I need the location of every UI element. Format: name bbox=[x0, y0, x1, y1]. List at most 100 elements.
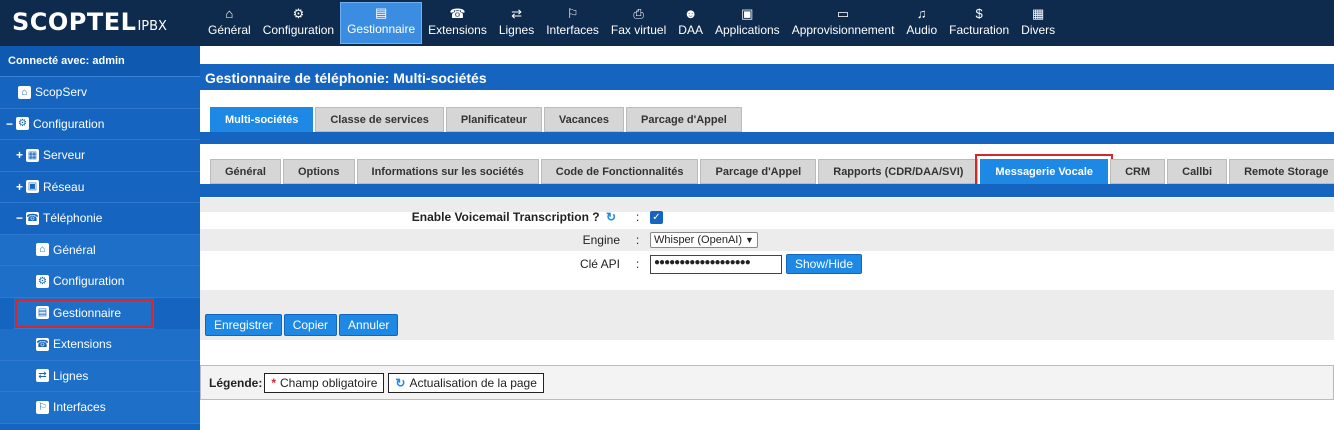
sidebar-items: ⌂ ScopServ − ⚙ Configuration + ▦ Serveur + ▣ Résea… bbox=[0, 77, 200, 424]
tab-messagerie-vocale[interactable]: Messagerie Vocale bbox=[975, 154, 1114, 189]
sidebar-item-label: Réseau bbox=[43, 179, 85, 194]
legend-required: * Champ obligatoire bbox=[264, 372, 385, 393]
home-icon: ⌂ bbox=[18, 85, 31, 99]
topnav-fax-virtuel[interactable]: ⎙ Fax virtuel bbox=[605, 2, 672, 44]
gear-icon: ⚙ bbox=[36, 274, 49, 288]
expand-toggle[interactable]: + bbox=[16, 148, 26, 162]
copy-button[interactable]: Copier bbox=[283, 314, 338, 336]
api-key-label: Clé API bbox=[579, 257, 620, 271]
network-icon: ▣ bbox=[26, 180, 39, 194]
lines-icon: ⇄ bbox=[511, 6, 522, 21]
expand-toggle[interactable]: − bbox=[16, 211, 26, 225]
list-icon: ▤ bbox=[36, 306, 49, 320]
secondary-tabs: Général Options Informations sur les socié… bbox=[210, 154, 1334, 189]
sidebar-item-extensions[interactable]: ☎ Extensions bbox=[0, 329, 200, 361]
transcription-label: Enable Voicemail Transcription ? ↻ bbox=[411, 210, 616, 224]
sidebar: Connecté avec: admin ⌂ ScopServ − ⚙ Configur… bbox=[0, 46, 200, 430]
tab-callbi[interactable]: Callbi bbox=[1167, 159, 1228, 184]
sidebar-item-label: ScopServ bbox=[35, 85, 88, 100]
topnav-gestionnaire[interactable]: ▤ Gestionnaire bbox=[340, 2, 423, 44]
tab-multi-soci-t-s[interactable]: Multi-sociétés bbox=[210, 107, 314, 132]
transcription-checkbox[interactable]: ✓ bbox=[650, 210, 663, 224]
user-icon: ☻ bbox=[683, 6, 698, 21]
top-bar: SCOPTELIPBX ⌂ Général ⚙ Configuration ▤ Gesti… bbox=[0, 0, 1334, 46]
tab-crm[interactable]: CRM bbox=[1110, 159, 1166, 184]
engine-select[interactable]: Whisper (OpenAI) ▼ bbox=[650, 232, 758, 248]
tab-informations-sur-les-soci-t-s[interactable]: Informations sur les sociétés bbox=[356, 159, 539, 184]
sidebar-item-scopserv[interactable]: ⌂ ScopServ bbox=[0, 77, 200, 109]
sidebar-item-configuration[interactable]: − ⚙ Configuration bbox=[0, 109, 200, 140]
main-content: Gestionnaire de téléphonie: Multi-sociét… bbox=[200, 46, 1334, 430]
topnav-interfaces[interactable]: ⚐ Interfaces bbox=[540, 2, 605, 44]
primary-tabs: Multi-sociétés Classe de services Planific… bbox=[210, 107, 744, 132]
music-icon: ♫ bbox=[916, 6, 927, 21]
sidebar-item-label: Téléphonie bbox=[43, 211, 103, 226]
api-key-input[interactable]: ●●●●●●●●●●●●●●●●●●● bbox=[650, 254, 782, 274]
sidebar-item-label: Lignes bbox=[53, 368, 89, 383]
sidebar-item-label: Extensions bbox=[53, 337, 112, 352]
gear-icon: ⚙ bbox=[292, 6, 305, 21]
home-icon: ⌂ bbox=[225, 6, 234, 21]
topnav-applications[interactable]: ▣ Applications bbox=[709, 2, 786, 44]
tab-code-de-fonctionnalit-s[interactable]: Code de Fonctionnalités bbox=[540, 159, 699, 184]
gear-icon: ⚙ bbox=[16, 117, 29, 131]
tab-planificateur[interactable]: Planificateur bbox=[445, 107, 542, 132]
engine-row: Engine : Whisper (OpenAI) ▼ bbox=[200, 229, 1334, 251]
expand-toggle[interactable]: + bbox=[16, 180, 26, 194]
tab-remote-storage[interactable]: Remote Storage bbox=[1229, 159, 1334, 184]
apps-icon: ▣ bbox=[741, 6, 754, 21]
sidebar-item-configuration[interactable]: ⚙ Configuration bbox=[0, 266, 200, 298]
lines-icon: ⇄ bbox=[36, 369, 49, 383]
server-icon: ▦ bbox=[26, 148, 39, 162]
brand-logo[interactable]: SCOPTELIPBX bbox=[12, 8, 167, 36]
tab-parcage-d-appel[interactable]: Parcage d'Appel bbox=[700, 159, 817, 184]
refresh-icon: ↻ bbox=[395, 375, 406, 390]
topnav-lignes[interactable]: ⇄ Lignes bbox=[493, 2, 540, 44]
sidebar-item-label: Général bbox=[53, 242, 96, 257]
form-footer bbox=[200, 290, 1334, 310]
interface-icon: ⚐ bbox=[566, 6, 579, 21]
expand-toggle[interactable]: − bbox=[6, 117, 16, 131]
sidebar-item-label: Interfaces bbox=[53, 400, 106, 415]
phone-icon: ☎ bbox=[449, 6, 466, 21]
sidebar-item-interfaces[interactable]: ⚐ Interfaces bbox=[0, 392, 200, 424]
sidebar-item-t-l-phonie[interactable]: − ☎ Téléphonie bbox=[0, 203, 200, 235]
sidebar-item-label: Gestionnaire bbox=[53, 305, 122, 320]
topnav-configuration[interactable]: ⚙ Configuration bbox=[257, 2, 340, 44]
tab-classe-de-services[interactable]: Classe de services bbox=[315, 107, 444, 132]
show-hide-button[interactable]: Show/Hide bbox=[786, 254, 863, 274]
legend-refresh: ↻ Actualisation de la page bbox=[388, 372, 544, 393]
sidebar-item-label: Configuration bbox=[33, 116, 105, 131]
sidebar-item-g-n-ral[interactable]: ⌂ Général bbox=[0, 234, 200, 266]
connected-user: Connecté avec: admin bbox=[0, 46, 200, 77]
sidebar-item-label: Serveur bbox=[43, 148, 86, 163]
cancel-button[interactable]: Annuler bbox=[339, 314, 399, 336]
grid-icon: ▦ bbox=[1032, 6, 1045, 21]
topnav-audio[interactable]: ♫ Audio bbox=[900, 2, 943, 44]
sidebar-item-lignes[interactable]: ⇄ Lignes bbox=[0, 360, 200, 392]
tabs-divider bbox=[200, 132, 1334, 144]
tab-options[interactable]: Options bbox=[282, 159, 355, 184]
save-button[interactable]: Enregistrer bbox=[205, 314, 282, 336]
sidebar-item-r-seau[interactable]: + ▣ Réseau bbox=[0, 172, 200, 203]
topnav-facturation[interactable]: $ Facturation bbox=[943, 2, 1015, 44]
fax-icon: ⎙ bbox=[633, 6, 644, 21]
provision-icon: ▭ bbox=[836, 6, 850, 21]
topnav-g-n-ral[interactable]: ⌂ Général bbox=[202, 2, 257, 44]
tab-g-n-ral[interactable]: Général bbox=[210, 159, 281, 184]
subtabs-divider bbox=[200, 184, 1334, 197]
topnav-divers[interactable]: ▦ Divers bbox=[1015, 2, 1061, 44]
action-bar: Enregistrer Copier Annuler bbox=[200, 310, 1334, 340]
refresh-icon: ↻ bbox=[605, 210, 616, 224]
topnav-approvisionnement[interactable]: ▭ Approvisionnement bbox=[786, 2, 901, 44]
engine-label: Engine bbox=[582, 233, 620, 247]
tab-vacances[interactable]: Vacances bbox=[543, 107, 625, 132]
topnav-extensions[interactable]: ☎ Extensions bbox=[422, 2, 493, 44]
sidebar-item-gestionnaire[interactable]: ▤ Gestionnaire bbox=[14, 297, 154, 329]
top-nav: ⌂ Général ⚙ Configuration ▤ Gestionnaire ☎ Exte… bbox=[202, 2, 1061, 44]
tab-parcage-d-appel[interactable]: Parcage d'Appel bbox=[626, 107, 742, 132]
topnav-daa[interactable]: ☻ DAA bbox=[672, 2, 709, 44]
legend: Légende: * Champ obligatoire ↻ Actualisati… bbox=[200, 365, 1334, 400]
sidebar-item-serveur[interactable]: + ▦ Serveur bbox=[0, 140, 200, 172]
tab-rapports-cdr-daa-svi-[interactable]: Rapports (CDR/DAA/SVI) bbox=[818, 159, 979, 184]
